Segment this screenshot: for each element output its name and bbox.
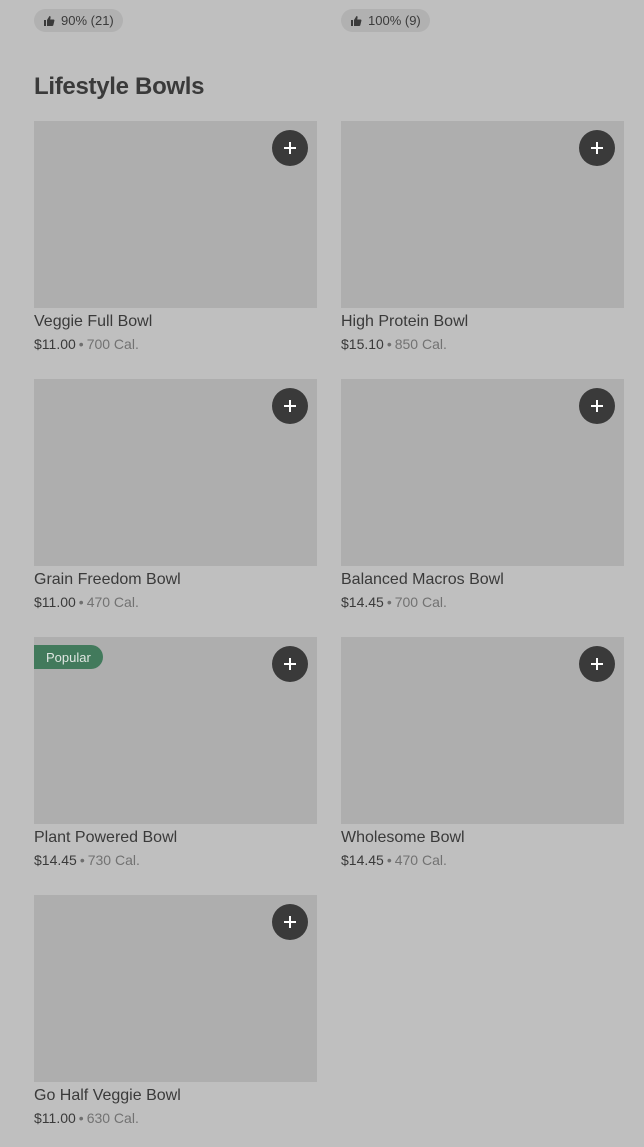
thumbs-up-icon bbox=[44, 15, 55, 26]
item-image[interactable] bbox=[341, 379, 624, 566]
rating-pill: 100% (9) bbox=[341, 9, 430, 32]
item-name[interactable]: Grain Freedom Bowl bbox=[34, 571, 317, 589]
item-calories: 850 Cal. bbox=[394, 336, 447, 352]
item-meta: $14.45 • 700 Cal. bbox=[341, 594, 624, 610]
item-price: $11.00 bbox=[34, 336, 76, 352]
item-price: $14.45 bbox=[34, 852, 77, 868]
menu-item-card[interactable]: Grain Freedom Bowl $11.00 • 470 Cal. bbox=[34, 379, 317, 610]
item-image[interactable] bbox=[341, 637, 624, 824]
separator-dot: • bbox=[386, 852, 392, 868]
add-to-cart-button[interactable] bbox=[579, 646, 615, 682]
menu-page: 90% (21) 100% (9) Lifestyle Bowls Veggie… bbox=[0, 0, 644, 1147]
add-to-cart-button[interactable] bbox=[579, 130, 615, 166]
menu-item-card[interactable]: Wholesome Bowl $14.45 • 470 Cal. bbox=[341, 637, 624, 868]
popular-badge: Popular bbox=[34, 645, 103, 669]
rating-pill: 90% (21) bbox=[34, 9, 123, 32]
separator-dot: • bbox=[78, 1110, 84, 1126]
item-meta: $11.00 • 700 Cal. bbox=[34, 336, 317, 352]
item-price: $14.45 bbox=[341, 594, 384, 610]
separator-dot: • bbox=[386, 336, 392, 352]
item-name[interactable]: Plant Powered Bowl bbox=[34, 829, 317, 847]
item-name[interactable]: Balanced Macros Bowl bbox=[341, 571, 624, 589]
item-image[interactable] bbox=[34, 895, 317, 1082]
plus-icon bbox=[284, 658, 296, 670]
item-price: $15.10 bbox=[341, 336, 384, 352]
previous-items-row: 90% (21) 100% (9) bbox=[34, 0, 624, 40]
item-image[interactable]: Popular bbox=[34, 637, 317, 824]
item-calories: 470 Cal. bbox=[86, 594, 139, 610]
section-title: Lifestyle Bowls bbox=[34, 73, 205, 100]
item-image[interactable] bbox=[34, 379, 317, 566]
rating-text: 100% (9) bbox=[368, 13, 421, 28]
plus-icon bbox=[591, 142, 603, 154]
item-calories: 700 Cal. bbox=[86, 336, 139, 352]
item-meta: $11.00 • 470 Cal. bbox=[34, 594, 317, 610]
item-name[interactable]: Veggie Full Bowl bbox=[34, 313, 317, 331]
add-to-cart-button[interactable] bbox=[272, 130, 308, 166]
item-price: $11.00 bbox=[34, 1110, 76, 1126]
plus-icon bbox=[284, 400, 296, 412]
item-name[interactable]: Go Half Veggie Bowl bbox=[34, 1087, 317, 1105]
item-calories: 470 Cal. bbox=[394, 852, 447, 868]
item-meta: $15.10 • 850 Cal. bbox=[341, 336, 624, 352]
item-meta: $11.00 • 630 Cal. bbox=[34, 1110, 317, 1126]
separator-dot: • bbox=[386, 594, 392, 610]
add-to-cart-button[interactable] bbox=[579, 388, 615, 424]
item-price: $11.00 bbox=[34, 594, 76, 610]
menu-item-card[interactable]: Veggie Full Bowl $11.00 • 700 Cal. bbox=[34, 121, 317, 352]
menu-item-card[interactable]: Popular Plant Powered Bowl $14.45 • 730 Ca… bbox=[34, 637, 317, 868]
rating-text: 90% (21) bbox=[61, 13, 114, 28]
plus-icon bbox=[591, 400, 603, 412]
item-meta: $14.45 • 470 Cal. bbox=[341, 852, 624, 868]
item-meta: $14.45 • 730 Cal. bbox=[34, 852, 317, 868]
plus-icon bbox=[284, 142, 296, 154]
menu-item-card[interactable]: High Protein Bowl $15.10 • 850 Cal. bbox=[341, 121, 624, 352]
item-price: $14.45 bbox=[341, 852, 384, 868]
item-calories: 730 Cal. bbox=[87, 852, 140, 868]
add-to-cart-button[interactable] bbox=[272, 904, 308, 940]
plus-icon bbox=[591, 658, 603, 670]
item-name[interactable]: High Protein Bowl bbox=[341, 313, 624, 331]
separator-dot: • bbox=[79, 852, 85, 868]
item-name[interactable]: Wholesome Bowl bbox=[341, 829, 624, 847]
item-image[interactable] bbox=[341, 121, 624, 308]
plus-icon bbox=[284, 916, 296, 928]
separator-dot: • bbox=[78, 594, 84, 610]
separator-dot: • bbox=[78, 336, 84, 352]
menu-item-card[interactable]: Balanced Macros Bowl $14.45 • 700 Cal. bbox=[341, 379, 624, 610]
add-to-cart-button[interactable] bbox=[272, 388, 308, 424]
thumbs-up-icon bbox=[351, 15, 362, 26]
item-calories: 630 Cal. bbox=[86, 1110, 139, 1126]
menu-item-card[interactable]: Go Half Veggie Bowl $11.00 • 630 Cal. bbox=[34, 895, 317, 1126]
item-image[interactable] bbox=[34, 121, 317, 308]
item-calories: 700 Cal. bbox=[394, 594, 447, 610]
add-to-cart-button[interactable] bbox=[272, 646, 308, 682]
